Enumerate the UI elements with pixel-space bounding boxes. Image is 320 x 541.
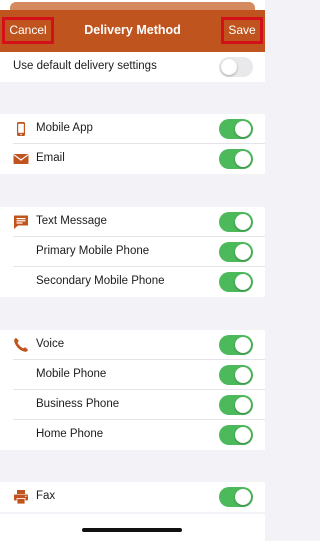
toggle-knob — [221, 59, 237, 75]
printer-icon — [14, 490, 28, 505]
email-label: Email — [36, 152, 65, 164]
toggle-knob — [235, 151, 251, 167]
fax-toggle[interactable] — [219, 487, 253, 507]
business-phone-row: Business Phone — [0, 390, 265, 420]
email-row: Email — [0, 144, 265, 174]
home-indicator[interactable] — [82, 528, 182, 532]
primary-mobile-row: Primary Mobile Phone — [0, 237, 265, 267]
toggle-knob — [235, 489, 251, 505]
voice-row: Voice — [0, 330, 265, 360]
envelope-icon — [13, 154, 29, 164]
business-phone-toggle[interactable] — [219, 395, 253, 415]
toggle-knob — [235, 121, 251, 137]
save-button[interactable]: Save — [221, 17, 263, 44]
default-settings-label: Use default delivery settings — [13, 60, 157, 72]
mobile-phone-label: Mobile Phone — [36, 368, 107, 380]
text-message-row: Text Message — [0, 207, 265, 237]
toggle-knob — [235, 214, 251, 230]
phone-icon — [17, 122, 25, 136]
email-toggle[interactable] — [219, 149, 253, 169]
nav-bar: Cancel Delivery Method Save — [0, 10, 265, 52]
primary-mobile-label: Primary Mobile Phone — [36, 245, 150, 257]
fax-label: Fax — [36, 490, 56, 502]
toggle-knob — [235, 244, 251, 260]
business-phone-label: Business Phone — [36, 398, 120, 410]
mobile-app-row: Mobile App — [0, 114, 265, 144]
default-settings-toggle[interactable] — [219, 57, 253, 77]
primary-mobile-toggle[interactable] — [219, 242, 253, 262]
text-message-toggle[interactable] — [219, 212, 253, 232]
message-icon — [14, 215, 28, 229]
handset-icon — [14, 338, 28, 352]
mobile-app-toggle[interactable] — [219, 119, 253, 139]
toggle-knob — [235, 337, 251, 353]
voice-toggle[interactable] — [219, 335, 253, 355]
secondary-mobile-label: Secondary Mobile Phone — [36, 275, 165, 287]
mobile-app-label: Mobile App — [36, 122, 93, 134]
fax-row: Fax — [0, 482, 265, 512]
mobile-phone-row: Mobile Phone — [0, 360, 265, 390]
home-phone-label: Home Phone — [36, 428, 104, 440]
toggle-knob — [235, 427, 251, 443]
default-settings-row: Use default delivery settings — [0, 52, 265, 82]
voice-label: Voice — [36, 338, 65, 350]
home-phone-toggle[interactable] — [219, 425, 253, 445]
top-strip — [0, 0, 265, 12]
toggle-knob — [235, 397, 251, 413]
toggle-knob — [235, 367, 251, 383]
text-message-label: Text Message — [36, 215, 107, 227]
mobile-phone-toggle[interactable] — [219, 365, 253, 385]
toggle-knob — [235, 274, 251, 290]
secondary-mobile-toggle[interactable] — [219, 272, 253, 292]
secondary-mobile-row: Secondary Mobile Phone — [0, 267, 265, 297]
home-phone-row: Home Phone — [0, 420, 265, 450]
